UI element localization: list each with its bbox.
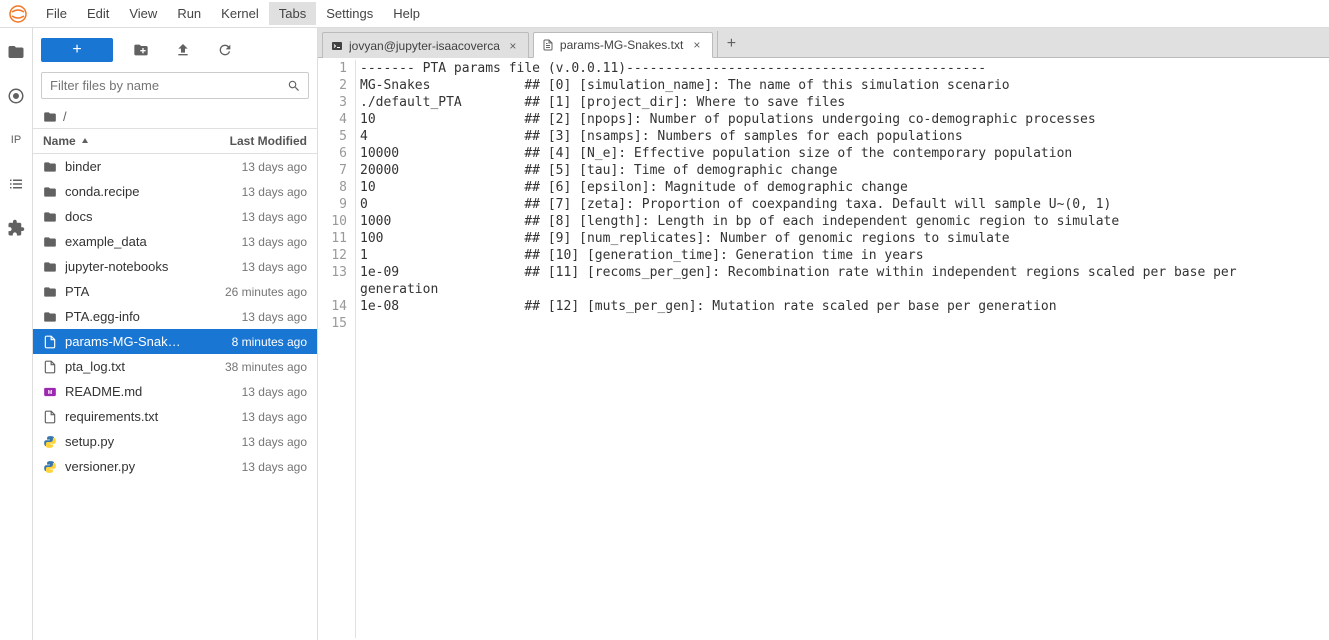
folder-icon	[43, 260, 59, 274]
menu-run[interactable]: Run	[167, 2, 211, 25]
menu-edit[interactable]: Edit	[77, 2, 119, 25]
file-name: PTA	[65, 284, 225, 299]
file-row[interactable]: params-MG-Snak…8 minutes ago	[33, 329, 317, 354]
file-modified: 13 days ago	[242, 235, 307, 249]
file-row[interactable]: PTA26 minutes ago	[33, 279, 317, 304]
editor-gutter: 12345678910111213 1415	[318, 60, 356, 638]
menu-file[interactable]: File	[36, 2, 77, 25]
file-modified: 26 minutes ago	[225, 285, 307, 299]
file-name: README.md	[65, 384, 242, 399]
folder-icon[interactable]	[6, 42, 26, 62]
close-icon[interactable]: ×	[506, 39, 520, 53]
file-icon	[43, 360, 59, 374]
markdown-icon: M	[43, 385, 59, 399]
breadcrumb[interactable]: /	[33, 105, 317, 128]
editor-code[interactable]: ------- PTA params file (v.0.0.11)------…	[356, 60, 1329, 638]
file-modified: 13 days ago	[242, 385, 307, 399]
file-row[interactable]: PTA.egg-info13 days ago	[33, 304, 317, 329]
terminal-icon	[331, 40, 343, 52]
file-row[interactable]: docs13 days ago	[33, 204, 317, 229]
refresh-icon[interactable]	[211, 38, 239, 62]
filter-files-input[interactable]	[41, 72, 309, 99]
editor-area: jovyan@jupyter-isaacoverca×params-MG-Sna…	[318, 28, 1329, 640]
file-browser-toolbar: +	[33, 34, 317, 66]
file-row[interactable]: requirements.txt13 days ago	[33, 404, 317, 429]
tab-label: jovyan@jupyter-isaacoverca	[349, 39, 500, 53]
file-name: requirements.txt	[65, 409, 242, 424]
python-icon	[43, 460, 59, 474]
menu-kernel[interactable]: Kernel	[211, 2, 269, 25]
file-name: docs	[65, 209, 242, 224]
ip-icon[interactable]: IP	[6, 130, 26, 150]
menu-settings[interactable]: Settings	[316, 2, 383, 25]
editor-content[interactable]: 12345678910111213 1415 ------- PTA param…	[318, 58, 1329, 640]
menu-help[interactable]: Help	[383, 2, 430, 25]
column-modified[interactable]: Last Modified	[230, 134, 307, 148]
file-name: setup.py	[65, 434, 242, 449]
breadcrumb-path: /	[63, 109, 67, 124]
svg-text:M: M	[48, 389, 53, 395]
file-name: PTA.egg-info	[65, 309, 242, 324]
file-modified: 13 days ago	[242, 260, 307, 274]
file-name: example_data	[65, 234, 242, 249]
folder-icon	[43, 235, 59, 249]
list-icon[interactable]	[6, 174, 26, 194]
file-name: pta_log.txt	[65, 359, 225, 374]
file-modified: 13 days ago	[242, 210, 307, 224]
file-list: binder13 days agoconda.recipe13 days ago…	[33, 154, 317, 640]
file-icon	[542, 39, 554, 51]
tab[interactable]: params-MG-Snakes.txt ×	[533, 32, 713, 58]
activity-bar: IP	[0, 28, 33, 640]
file-modified: 38 minutes ago	[225, 360, 307, 374]
file-row[interactable]: versioner.py13 days ago	[33, 454, 317, 479]
file-name: binder	[65, 159, 242, 174]
column-name[interactable]: Name	[43, 134, 76, 148]
add-tab-button[interactable]: +	[717, 31, 745, 57]
file-icon	[43, 335, 59, 349]
upload-icon[interactable]	[169, 38, 197, 62]
file-row[interactable]: example_data13 days ago	[33, 229, 317, 254]
file-modified: 13 days ago	[242, 310, 307, 324]
file-list-header: Name Last Modified	[33, 128, 317, 154]
menu-tabs[interactable]: Tabs	[269, 2, 316, 25]
file-modified: 13 days ago	[242, 160, 307, 174]
file-modified: 13 days ago	[242, 435, 307, 449]
file-icon	[43, 410, 59, 424]
folder-icon	[43, 160, 59, 174]
tab-bar: jovyan@jupyter-isaacoverca×params-MG-Sna…	[318, 28, 1329, 58]
folder-icon	[43, 210, 59, 224]
file-row[interactable]: pta_log.txt38 minutes ago	[33, 354, 317, 379]
file-name: versioner.py	[65, 459, 242, 474]
file-browser-panel: + / Name Last Modifie	[33, 28, 318, 640]
close-icon[interactable]: ×	[690, 38, 704, 52]
file-modified: 8 minutes ago	[232, 335, 307, 349]
file-name: params-MG-Snak…	[65, 334, 232, 349]
new-folder-icon[interactable]	[127, 38, 155, 62]
folder-icon	[43, 310, 59, 324]
file-modified: 13 days ago	[242, 460, 307, 474]
sort-up-icon	[80, 136, 90, 146]
file-row[interactable]: binder13 days ago	[33, 154, 317, 179]
folder-icon	[43, 185, 59, 199]
file-row[interactable]: M README.md13 days ago	[33, 379, 317, 404]
file-name: conda.recipe	[65, 184, 242, 199]
new-launcher-button[interactable]: +	[41, 38, 113, 62]
top-menubar: FileEditViewRunKernelTabsSettingsHelp	[0, 0, 1329, 28]
file-modified: 13 days ago	[242, 185, 307, 199]
folder-icon	[43, 110, 57, 124]
tab[interactable]: jovyan@jupyter-isaacoverca ×	[322, 32, 529, 58]
folder-icon	[43, 285, 59, 299]
file-row[interactable]: jupyter-notebooks13 days ago	[33, 254, 317, 279]
python-icon	[43, 435, 59, 449]
tab-label: params-MG-Snakes.txt	[560, 38, 684, 52]
file-modified: 13 days ago	[242, 410, 307, 424]
menu-view[interactable]: View	[119, 2, 167, 25]
file-name: jupyter-notebooks	[65, 259, 242, 274]
jupyter-logo[interactable]	[8, 4, 28, 24]
file-row[interactable]: setup.py13 days ago	[33, 429, 317, 454]
target-icon[interactable]	[6, 86, 26, 106]
puzzle-icon[interactable]	[6, 218, 26, 238]
file-row[interactable]: conda.recipe13 days ago	[33, 179, 317, 204]
